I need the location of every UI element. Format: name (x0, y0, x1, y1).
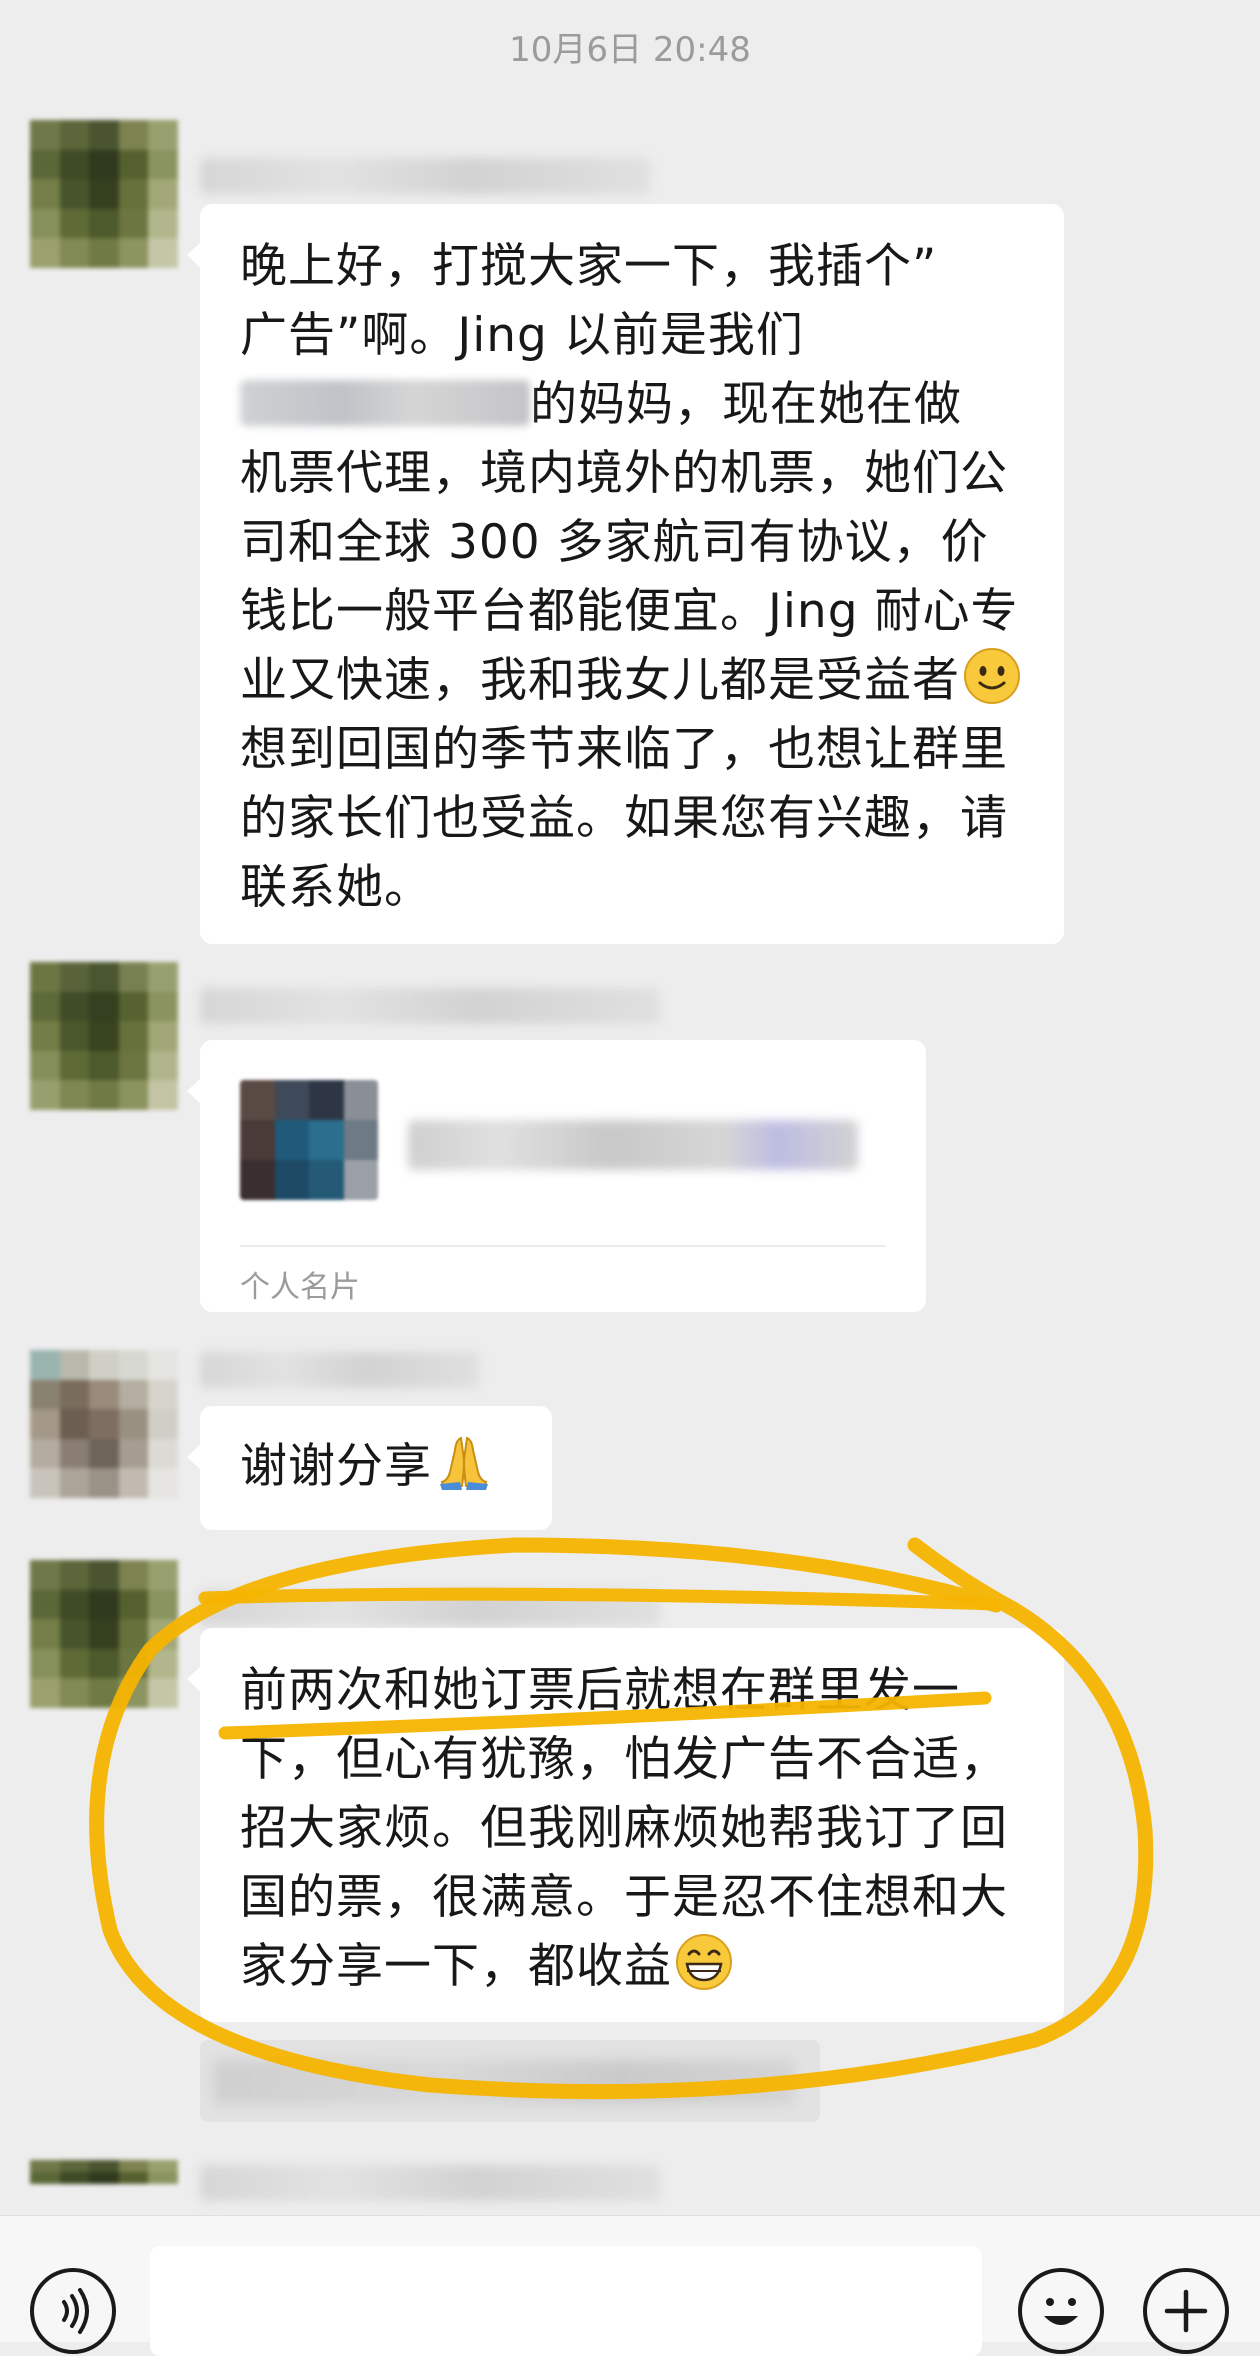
redacted-text (240, 380, 530, 426)
message-text: 前两次和她订票后就想在群里发一下，但心有犹豫，怕发广告不合适，招大家烦。但我刚麻… (240, 1656, 1030, 2001)
contact-card-photo (240, 1080, 378, 1200)
chat-timestamp: 10月6日 20:48 (509, 30, 751, 70)
avatar[interactable] (30, 962, 178, 1110)
quoted-message[interactable] (200, 2040, 820, 2122)
avatar[interactable] (30, 1350, 178, 1498)
plus-icon (1164, 2289, 1208, 2333)
message-text-body: 机票代理，境内境外的机票，她们公司和全球 300 多家航司有协议，价钱比一般平台… (240, 446, 1019, 708)
message-text-line: 晚上好，打搅大家一下，我插个” (240, 239, 938, 294)
sender-name (200, 2165, 660, 2201)
contact-card-label: 个人名片 (240, 1270, 360, 1305)
voice-icon (62, 2288, 89, 2334)
contact-card-name (408, 1120, 858, 1170)
contact-card[interactable]: 个人名片 (187, 1040, 926, 1312)
sender-name (200, 1352, 480, 1388)
avatar[interactable] (30, 120, 178, 268)
avatar[interactable] (30, 1560, 178, 1708)
folded-hands-icon (440, 1436, 488, 1490)
message-text-body: 想到回国的季节来临了，也想让群里的家长们也受益。如果您有兴趣，请联系她。 (240, 722, 1008, 915)
message-text-body: 前两次和她订票后就想在群里发一下，但心有犹豫，怕发广告不合适，招大家烦。但我刚麻… (240, 1663, 1008, 1994)
message-text-line: 的妈妈，现在她在做 (530, 377, 962, 432)
message-text-body: 谢谢分享 (240, 1439, 432, 1494)
quoted-message-text (214, 2060, 794, 2104)
emoji-button[interactable] (1018, 2268, 1104, 2354)
sender-name (200, 988, 660, 1024)
message-text-line: 广告”啊。Jing 以前是我们 (240, 308, 804, 363)
avatar[interactable] (30, 2160, 178, 2220)
more-button[interactable] (1143, 2268, 1229, 2354)
sender-name (200, 1590, 660, 1626)
message-bubble[interactable]: 晚上好，打搅大家一下，我插个” 广告”啊。Jing 以前是我们 的妈妈，现在她在… (187, 204, 1064, 944)
message-bubble[interactable]: 谢谢分享 (187, 1406, 552, 1530)
voice-button[interactable] (30, 2268, 116, 2354)
message-text: 谢谢分享 (240, 1432, 522, 1501)
grinning-face-icon (676, 1934, 732, 1990)
message-bubble[interactable]: 前两次和她订票后就想在群里发一下，但心有犹豫，怕发广告不合适，招大家烦。但我刚麻… (187, 1628, 1064, 2022)
message-input[interactable] (150, 2246, 982, 2356)
contact-card-divider (240, 1245, 886, 1247)
input-bar (0, 2215, 1260, 2356)
slightly-smiling-face-icon (964, 648, 1020, 704)
sender-name (200, 158, 650, 194)
emoji-icon (1044, 2298, 1078, 2325)
message-text: 晚上好，打搅大家一下，我插个” 广告”啊。Jing 以前是我们 的妈妈，现在她在… (240, 232, 1030, 922)
